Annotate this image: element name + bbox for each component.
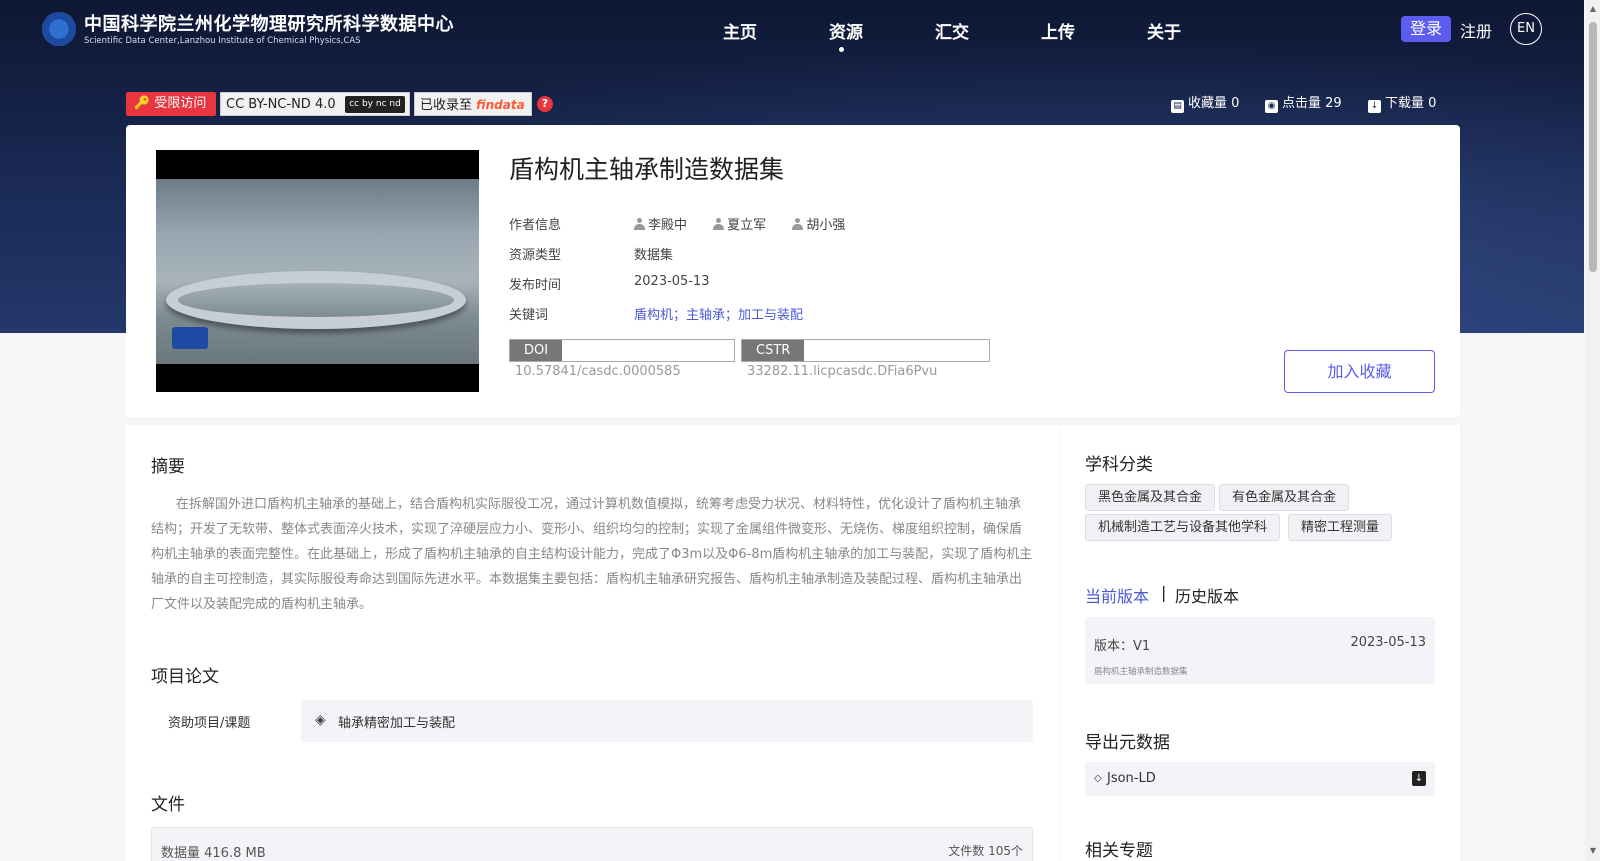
author-item[interactable]: 胡小强 [792, 214, 845, 233]
downloads-count: ↓ 下载量 0 [1368, 92, 1436, 113]
tab-current-version[interactable]: 当前版本 [1085, 583, 1149, 607]
restricted-access-badge[interactable]: 🔑 受限访问 [126, 92, 216, 116]
author-name: 李殿中 [648, 218, 688, 233]
date-value: 2023-05-13 [634, 274, 710, 289]
author-name: 胡小强 [806, 218, 846, 233]
scroll-down-icon[interactable]: ▼ [1588, 846, 1598, 855]
authors-label: 作者信息 [509, 218, 562, 233]
favorites-count: ▤ 收藏量 0 [1171, 92, 1239, 113]
restricted-label: 受限访问 [154, 96, 207, 111]
authors-list: 李殿中 夏立军 胡小强 [634, 214, 867, 233]
export-title: 导出元数据 [1085, 733, 1170, 753]
factory-photo [156, 179, 479, 364]
downloads-label: 下载量 0 [1385, 96, 1437, 111]
doi-tag: DOI [510, 340, 563, 361]
institute-logo-icon[interactable] [42, 12, 76, 46]
version-divider: | [1161, 583, 1167, 602]
dataset-title: 盾构机主轴承制造数据集 [509, 155, 785, 184]
author-item[interactable]: 夏立军 [713, 214, 766, 233]
subjects-title: 学科分类 [1085, 455, 1153, 475]
help-icon[interactable]: ? [537, 96, 553, 112]
top-navbar: 中国科学院兰州化学物理研究所科学数据中心 Scientific Data Cen… [0, 0, 1584, 60]
date-label: 发布时间 [509, 278, 562, 293]
nav-submit[interactable]: 汇交 [935, 18, 969, 43]
register-link[interactable]: 注册 [1460, 18, 1492, 42]
subject-tag[interactable]: 黑色金属及其合金 [1085, 484, 1216, 511]
language-toggle[interactable]: EN [1510, 13, 1542, 45]
clicks-count: ◉ 点击量 29 [1265, 92, 1342, 113]
project-value: 轴承精密加工与装配 [338, 716, 456, 731]
login-button[interactable]: 登录 [1401, 16, 1451, 42]
cstr-box[interactable]: CSTR 33282.11.licpcasdc.DFia6Pvu [741, 339, 990, 379]
license-label: CC BY-NC-ND 4.0 [226, 97, 336, 112]
nav-active-indicator [839, 47, 844, 52]
add-favorite-button[interactable]: 加入收藏 [1284, 350, 1435, 393]
project-title: 项目论文 [151, 667, 219, 687]
version-label: 版本：V1 [1094, 639, 1151, 654]
license-badge[interactable]: CC BY-NC-ND 4.0 cc by nc nd [220, 92, 410, 116]
diamond-icon: ◇ [1094, 773, 1102, 784]
files-title: 文件 [151, 795, 185, 815]
abstract-title: 摘要 [151, 457, 185, 477]
scrollbar-thumb[interactable] [1589, 22, 1597, 272]
tv-logo-icon [172, 327, 208, 349]
keywords-value[interactable]: 盾构机；主轴承；加工与装配 [634, 304, 803, 323]
content-panel [126, 425, 1059, 861]
site-subtitle: Scientific Data Center,Lanzhou Institute… [84, 36, 361, 46]
version-card[interactable]: 版本：V1 2023-05-13 盾构机主轴承制造数据集 [1085, 617, 1435, 684]
bearing-ring-shape [166, 271, 466, 329]
eye-icon: ◉ [1265, 100, 1278, 113]
person-icon [713, 218, 725, 230]
type-label: 资源类型 [509, 248, 562, 263]
author-name: 夏立军 [727, 218, 767, 233]
version-date: 2023-05-13 [1350, 635, 1426, 650]
download-icon[interactable]: ↓ [1412, 771, 1426, 786]
nav-home[interactable]: 主页 [723, 18, 757, 43]
author-item[interactable]: 李殿中 [634, 214, 687, 233]
scroll-up-icon[interactable]: ▲ [1588, 4, 1598, 13]
subject-tag[interactable]: 有色金属及其合金 [1219, 484, 1350, 511]
project-item[interactable]: ◈ 轴承精密加工与装配 [301, 700, 1033, 742]
site-title[interactable]: 中国科学院兰州化学物理研究所科学数据中心 [84, 10, 454, 36]
download-icon: ↓ [1368, 100, 1381, 113]
dataset-thumbnail [156, 150, 479, 392]
person-icon [634, 218, 645, 230]
export-format: Json-LD [1107, 771, 1156, 786]
cc-license-icon: cc by nc nd [345, 96, 405, 113]
clicks-label: 点击量 29 [1282, 96, 1342, 111]
doi-box[interactable]: DOI 10.57841/casdc.0000585 [509, 339, 735, 379]
doi-value: 10.57841/casdc.0000585 [515, 364, 681, 379]
favorites-label: 收藏量 0 [1188, 96, 1240, 111]
type-value: 数据集 [634, 248, 674, 263]
layers-icon: ◈ [315, 712, 326, 728]
nav-upload[interactable]: 上传 [1041, 18, 1075, 43]
keywords-label: 关键词 [509, 308, 549, 323]
abstract-text: 在拆解国外进口盾构机主轴承的基础上，结合盾构机实际服役工况，通过计算机数值模拟，… [151, 497, 1033, 612]
subject-tag[interactable]: 精密工程测量 [1288, 514, 1393, 541]
cstr-value: 33282.11.licpcasdc.DFia6Pvu [747, 364, 938, 379]
files-size: 数据量 416.8 MB [161, 846, 266, 861]
findata-logo: findata [476, 98, 525, 112]
subject-tag[interactable]: 机械制造工艺与设备其他学科 [1085, 514, 1281, 541]
nav-resources[interactable]: 资源 [829, 18, 863, 43]
files-summary: 数据量 416.8 MB 文件数 105个 [151, 827, 1033, 861]
tab-history-version[interactable]: 历史版本 [1175, 583, 1239, 607]
bookmark-icon: ▤ [1171, 100, 1184, 113]
collected-label: 已收录至 [420, 98, 473, 113]
files-count: 文件数 105个 [948, 844, 1023, 858]
version-name: 盾构机主轴承制造数据集 [1094, 667, 1188, 677]
project-label: 资助项目/课题 [168, 716, 251, 731]
person-icon [792, 218, 804, 230]
key-icon: 🔑 [134, 96, 155, 111]
cstr-tag: CSTR [742, 340, 805, 361]
related-title: 相关专题 [1085, 841, 1153, 861]
export-jsonld-item[interactable]: ◇ Json-LD ↓ [1085, 762, 1435, 796]
findata-badge[interactable]: 已收录至 findata [414, 92, 532, 116]
nav-about[interactable]: 关于 [1147, 18, 1181, 43]
